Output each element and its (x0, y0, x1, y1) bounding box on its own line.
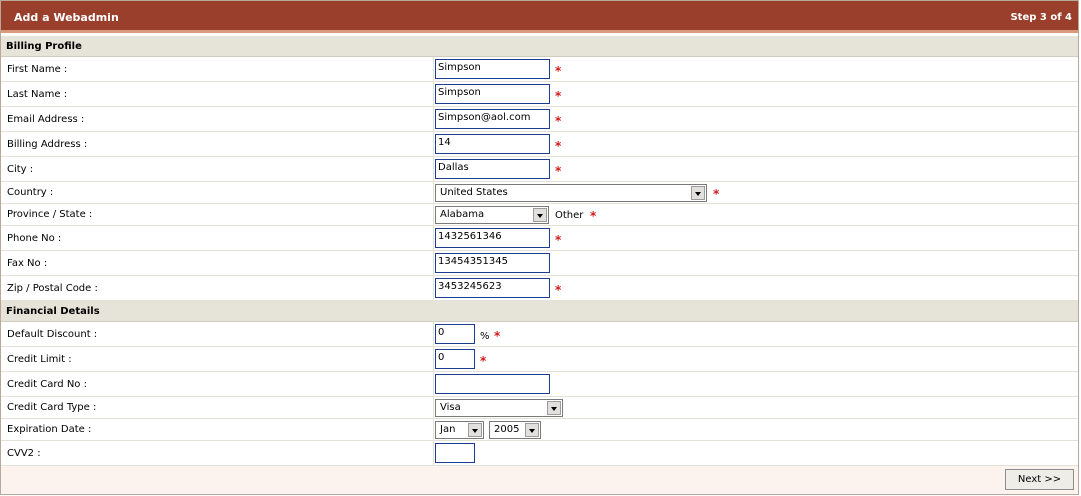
required-marker: * (555, 89, 562, 103)
billing-address-row: Billing Address : 14 * (1, 132, 1078, 157)
expiration-month-value: Jan (440, 424, 456, 435)
expiration-year-select[interactable]: 2005 (489, 421, 541, 439)
credit-limit-row: Credit Limit : 0 * (1, 347, 1078, 372)
chevron-down-icon[interactable] (525, 423, 539, 437)
step-indicator: Step 3 of 4 (1010, 12, 1072, 23)
last-name-row: Last Name : Simpson * (1, 82, 1078, 107)
credit-card-no-row: Credit Card No : (1, 372, 1078, 397)
credit-limit-label: Credit Limit : (7, 354, 72, 365)
credit-card-type-label: Credit Card Type : (7, 402, 97, 413)
email-input[interactable]: Simpson@aol.com (435, 109, 550, 129)
required-marker: * (555, 114, 562, 128)
phone-row: Phone No : 1432561346 * (1, 226, 1078, 251)
chevron-down-icon[interactable] (468, 423, 482, 437)
province-row: Province / State : Alabama Other * (1, 204, 1078, 226)
required-marker: * (555, 283, 562, 297)
credit-card-type-select[interactable]: Visa (435, 399, 563, 417)
required-marker: * (555, 164, 562, 178)
cvv2-row: CVV2 : (1, 441, 1078, 466)
expiration-year-value: 2005 (494, 424, 520, 435)
billing-address-input[interactable]: 14 (435, 134, 550, 154)
last-name-label: Last Name : (7, 89, 68, 100)
country-row: Country : United States * (1, 182, 1078, 204)
chevron-down-icon[interactable] (691, 186, 705, 200)
credit-card-no-label: Credit Card No : (7, 379, 87, 390)
fax-row: Fax No : 13454351345 (1, 251, 1078, 276)
next-button[interactable]: Next >> (1005, 469, 1074, 490)
province-label: Province / State : (7, 209, 93, 220)
chevron-down-icon[interactable] (547, 401, 561, 415)
credit-card-no-input[interactable] (435, 374, 550, 394)
form-footer: Next >> (1, 466, 1078, 494)
first-name-label: First Name : (7, 64, 68, 75)
cvv2-label: CVV2 : (7, 448, 41, 459)
fax-label: Fax No : (7, 258, 48, 269)
default-discount-label: Default Discount : (7, 329, 98, 340)
billing-address-label: Billing Address : (7, 139, 88, 150)
city-input[interactable]: Dallas (435, 159, 550, 179)
first-name-row: First Name : Simpson * (1, 57, 1078, 82)
required-marker: * (590, 209, 597, 223)
required-marker: * (555, 64, 562, 78)
chevron-down-icon[interactable] (533, 208, 547, 222)
email-row: Email Address : Simpson@aol.com * (1, 107, 1078, 132)
required-marker: * (713, 187, 720, 201)
expiration-month-select[interactable]: Jan (435, 421, 484, 439)
required-marker: * (494, 329, 501, 343)
required-marker: * (555, 139, 562, 153)
phone-input[interactable]: 1432561346 (435, 228, 550, 248)
credit-card-type-value: Visa (440, 402, 461, 413)
fax-input[interactable]: 13454351345 (435, 253, 550, 273)
province-select[interactable]: Alabama (435, 206, 549, 224)
title-bar: Add a Webadmin Step 3 of 4 (1, 1, 1078, 33)
expiration-date-row: Expiration Date : Jan 2005 (1, 419, 1078, 441)
province-other-label: Other (555, 210, 584, 221)
zip-row: Zip / Postal Code : 3453245623 * (1, 276, 1078, 301)
default-discount-row: Default Discount : 0 % * (1, 322, 1078, 347)
default-discount-input[interactable]: 0 (435, 324, 475, 344)
province-value: Alabama (440, 209, 485, 220)
country-select[interactable]: United States (435, 184, 707, 202)
cvv2-input[interactable] (435, 443, 475, 463)
required-marker: * (480, 354, 487, 368)
zip-input[interactable]: 3453245623 (435, 278, 550, 298)
financial-details-section-header: Financial Details (1, 301, 1078, 322)
last-name-input[interactable]: Simpson (435, 84, 550, 104)
credit-limit-input[interactable]: 0 (435, 349, 475, 369)
zip-label: Zip / Postal Code : (7, 283, 98, 294)
first-name-input[interactable]: Simpson (435, 59, 550, 79)
page-title: Add a Webadmin (14, 11, 119, 24)
city-row: City : Dallas * (1, 157, 1078, 182)
required-marker: * (555, 233, 562, 247)
credit-card-type-row: Credit Card Type : Visa (1, 397, 1078, 419)
city-label: City : (7, 164, 34, 175)
phone-label: Phone No : (7, 233, 62, 244)
expiration-date-label: Expiration Date : (7, 424, 92, 435)
percent-unit: % (480, 331, 490, 342)
add-webadmin-form: Add a Webadmin Step 3 of 4 Billing Profi… (0, 0, 1079, 495)
email-label: Email Address : (7, 114, 85, 125)
billing-profile-section-header: Billing Profile (1, 36, 1078, 57)
country-label: Country : (7, 187, 54, 198)
country-value: United States (440, 187, 508, 198)
